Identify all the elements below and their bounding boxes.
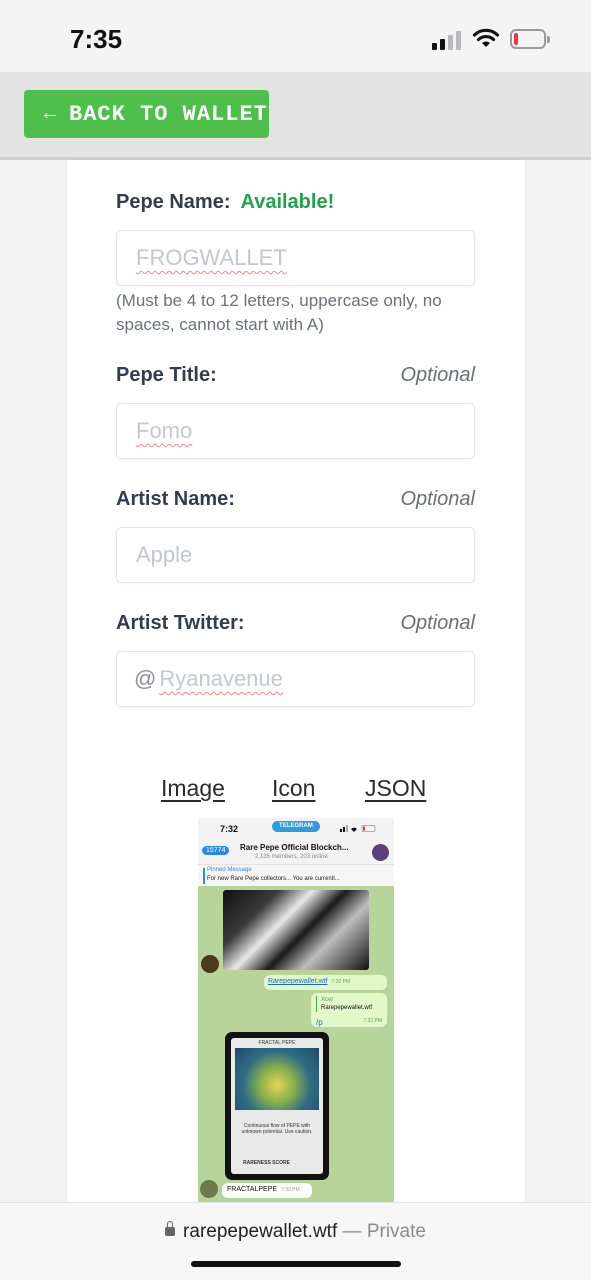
preview-msg-time: 7:32 PM <box>331 979 351 985</box>
cellular-signal-icon <box>432 28 464 50</box>
battery-icon <box>510 29 550 49</box>
artist-name-label: Artist Name: <box>116 488 235 510</box>
pepe-name-input[interactable]: FROGWALLET <box>116 230 475 286</box>
arrow-left-icon: ← <box>44 102 58 126</box>
status-bar: 7:35 <box>0 0 591 72</box>
file-links: Image Icon JSON <box>67 775 525 805</box>
url-text: rarepepewallet.wtf <box>183 1221 338 1242</box>
preview-pinned-message: Pinned Message For new Rare Pepe collect… <box>198 864 394 886</box>
preview-avatar-2 <box>200 1180 218 1198</box>
preview-avatar <box>201 955 219 973</box>
preview-back-count: 15774 <box>202 846 230 855</box>
pepe-image-preview: 7:32 TELEGRAM 15774 Rare Pepe Official B… <box>198 818 394 1202</box>
pepe-title-label: Pepe Title: <box>116 364 217 386</box>
artist-name-optional: Optional <box>400 488 476 510</box>
wifi-icon <box>472 28 500 47</box>
pepe-name-label-text: Pepe Name: <box>116 191 231 213</box>
preview-reply-time: 7:32 PM <box>363 1018 382 1024</box>
icon-link[interactable]: Icon <box>272 775 315 802</box>
back-button-label: BACK TO WALLET <box>69 101 268 127</box>
pepe-name-label: Pepe Name: Available! <box>116 191 334 214</box>
pepe-title-input[interactable]: Fomo <box>116 403 475 459</box>
url-separator: — <box>337 1221 367 1242</box>
artist-name-placeholder: Apple <box>136 542 193 567</box>
preview-pepe-card: FRACTAL PEPE Continuous flow of PEPE wit… <box>225 1032 329 1180</box>
pepe-name-placeholder: FROGWALLET <box>136 245 287 270</box>
preview-time: 7:32 <box>220 824 239 834</box>
preview-pinned-text: For new Rare Pepe collectors... You are … <box>207 876 340 882</box>
preview-link-text: Rarepepewallet.wtf <box>268 978 328 985</box>
preview-card-score: RARENESS SCORE <box>243 1160 290 1166</box>
preview-comic-image <box>223 890 369 970</box>
address-bar[interactable]: rarepepewallet.wtf — Private <box>0 1221 591 1243</box>
artist-twitter-label: Artist Twitter: <box>116 612 245 634</box>
at-prefix: @ <box>134 666 157 691</box>
preview-reply-name: Xcer <box>321 997 334 1003</box>
artist-twitter-optional: Optional <box>400 612 476 634</box>
artist-twitter-placeholder: Ryanavenue <box>159 666 283 691</box>
lock-icon <box>165 1221 176 1236</box>
preview-pinned-title: Pinned Message <box>207 867 252 873</box>
availability-status: Available! <box>240 191 335 213</box>
pepe-name-help: (Must be 4 to 12 letters, uppercase only… <box>116 291 442 334</box>
back-to-wallet-button[interactable]: ← BACK TO WALLET <box>24 90 269 138</box>
preview-message-link: Rarepepewallet.wtf 7:32 PM <box>264 975 387 990</box>
json-link[interactable]: JSON <box>365 775 426 802</box>
home-indicator[interactable] <box>191 1261 401 1267</box>
preview-status-icons <box>340 825 376 832</box>
artist-name-input[interactable]: Apple <box>116 527 475 583</box>
preview-chat-header: 15774 Rare Pepe Official Blockch... 2,13… <box>198 840 394 864</box>
artist-twitter-input[interactable]: @ Ryanavenue <box>116 651 475 707</box>
preview-slash-command: /p <box>316 1018 323 1027</box>
pepe-title-placeholder: Fomo <box>136 418 193 443</box>
preview-last-message: FRACTALPEPE 7:32 PM <box>222 1183 312 1198</box>
image-link[interactable]: Image <box>161 775 225 802</box>
browser-bottom-bar: rarepepewallet.wtf — Private <box>0 1202 591 1280</box>
pepe-form-card: Pepe Name: Available! FROGWALLET (Must be… <box>67 160 525 1202</box>
preview-card-desc: Continuous flow of PEPE with unknown pot… <box>241 1123 313 1135</box>
preview-last-time: 7:32 PM <box>281 1187 300 1193</box>
pepe-title-optional: Optional <box>400 364 476 386</box>
preview-group-title: Rare Pepe Official Blockch... <box>240 843 349 852</box>
preview-reply-text: Rarepepewallet.wtf <box>321 1005 373 1011</box>
preview-status-bar: 7:32 TELEGRAM <box>198 818 394 840</box>
preview-card-title: FRACTAL PEPE <box>258 1040 296 1046</box>
preview-last-text: FRACTALPEPE <box>227 1186 278 1193</box>
preview-group-subtitle: 2,135 members, 203 online <box>255 854 328 860</box>
preview-group-avatar <box>372 844 389 861</box>
preview-app-pill: TELEGRAM <box>272 821 320 832</box>
top-bar: ← BACK TO WALLET <box>0 72 591 160</box>
private-label: Private <box>366 1221 426 1242</box>
status-time: 7:35 <box>70 24 123 54</box>
preview-card-art <box>235 1048 319 1110</box>
